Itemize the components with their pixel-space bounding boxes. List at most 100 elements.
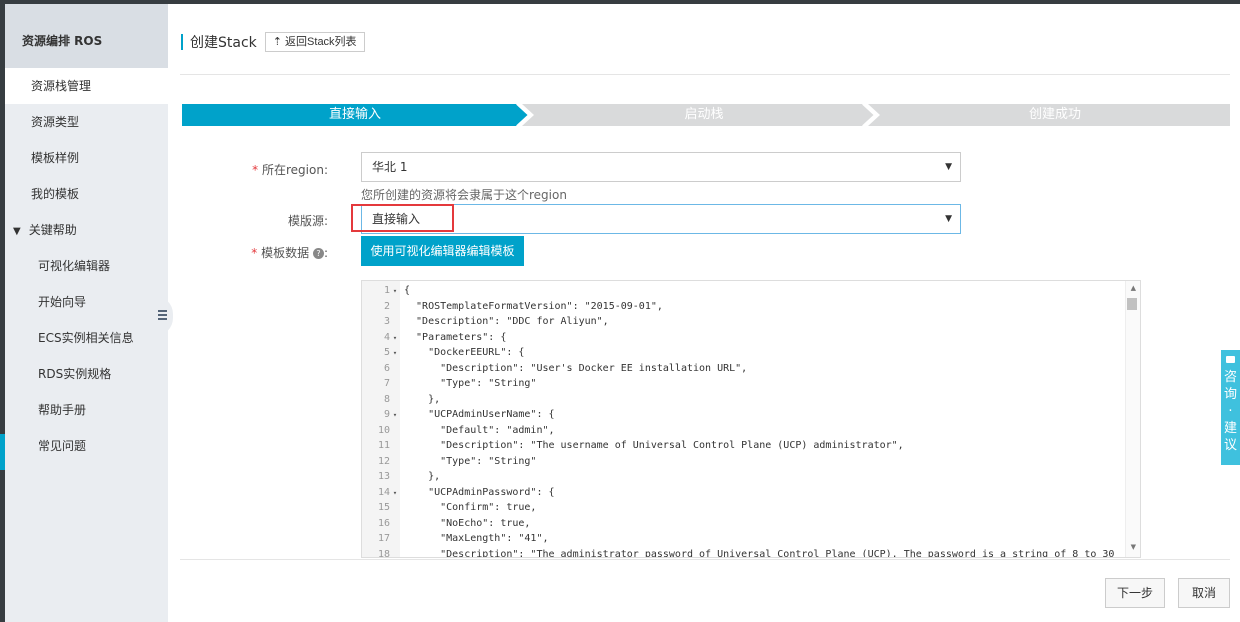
visual-editor-button[interactable]: 使用可视化编辑器编辑模板 [361,236,524,266]
code-text: "Description": "User's Docker EE install… [404,362,748,374]
code-text: "UCPAdminPassword": { [404,486,555,498]
scroll-down-icon[interactable]: ▼ [1131,543,1136,551]
line-number: 16 [377,517,390,529]
line-number: 3 [383,316,390,327]
sidebar: 资源编排 ROS 资源栈管理 资源类型 模板样例 我的模板 ▼ 关键帮助 可视化编… [5,4,168,622]
region-label-text: 所在region: [262,163,328,177]
sidebar-item-getting-started[interactable]: 开始向导 [5,284,168,320]
line-number: 14 [377,486,390,498]
code-text: }, [404,393,441,405]
code-text: "ROSTemplateFormatVersion": "2015-09-01"… [404,300,663,312]
main-content: 创建Stack ⇡ 返回Stack列表 直接输入 启动栈 创建成功 * 所在re… [168,4,1240,622]
code-line: 13 }, [362,469,1122,485]
code-line: 9 ▾ "UCPAdminUserName": { [362,407,1122,423]
region-select[interactable]: 华北 1 ▼ [361,152,961,182]
code-line: 10 "Default": "admin", [362,423,1122,439]
code-text: "Description": "DDC for Aliyun", [404,316,609,327]
dropdown-caret-icon: ▼ [945,162,952,172]
region-hint: 您所创建的资源将会隶属于这个region [361,188,567,202]
code-line: 3 "Description": "DDC for Aliyun", [362,314,1122,330]
line-number: 8 [383,393,390,405]
code-text: "Description": "The administrator passwo… [404,548,1115,558]
fold-icon[interactable]: ▾ [390,486,400,502]
page-title: 创建Stack [190,35,257,51]
fold-icon[interactable]: ▾ [390,331,400,347]
line-number: 5 [383,347,390,358]
sidebar-title: 资源编排 ROS [5,4,168,68]
line-number: 17 [377,533,390,544]
sidebar-item-template-samples[interactable]: 模板样例 [5,140,168,176]
help-question-icon[interactable]: ? [312,248,324,259]
required-mark: * [252,163,259,177]
sidebar-item-faq[interactable]: 常见问题 [5,428,168,464]
sidebar-item-ecs-info[interactable]: ECS实例相关信息 [5,320,168,356]
line-number: 6 [383,362,390,374]
code-text: "Description": "The username of Universa… [404,440,904,451]
template-code-editor[interactable]: 1 ▾{ 2 "ROSTemplateFormatVersion": "2015-… [361,280,1141,558]
template-source-label: 模版源: [287,214,328,228]
consult-label: 咨询·建议 [1224,370,1238,453]
code-line: 1 ▾ { [362,283,1122,299]
line-number: 12 [377,455,390,467]
upload-icon: ⇡ [272,36,282,48]
dropdown-caret-icon: ▼ [945,214,952,224]
scrollbar-thumb[interactable] [1127,298,1137,310]
code-text: "UCPAdminUserName": { [404,409,555,420]
line-number: 4 [383,331,390,343]
code-line: 12 "Type": "String" [362,454,1122,470]
cancel-button[interactable]: 取消 [1178,578,1230,608]
sidebar-item-rds-specs[interactable]: RDS实例规格 [5,356,168,392]
sidebar-item-visual-editor[interactable]: 可视化编辑器 [5,248,168,284]
code-text: "NoEcho": true, [404,517,531,529]
sidebar-item-my-templates[interactable]: 我的模板 [5,176,168,212]
line-number: 18 [377,548,390,558]
code-line: 7 "Type": "String" [362,376,1122,392]
line-number: 7 [383,378,390,389]
sidebar-group-key-help[interactable]: ▼ 关键帮助 [5,212,168,248]
code-line: 14 ▾ "UCPAdminPassword": { [362,485,1122,501]
next-step-button[interactable]: 下一步 [1105,578,1165,608]
back-to-stack-list-button[interactable]: ⇡ 返回Stack列表 [264,32,365,52]
scroll-up-icon[interactable]: ▲ [1131,284,1136,292]
code-line: 11 "Description": "The username of Unive… [362,438,1122,454]
code-line: 16 "NoEcho": true, [362,516,1122,532]
sidebar-item-resource-types[interactable]: 资源类型 [5,104,168,140]
line-number: 13 [377,471,390,482]
title-accent-bar [181,34,183,50]
line-number: 10 [377,424,390,436]
code-text: "DockerEEURL": { [404,347,525,358]
code-text: "Type": "String" [404,455,537,467]
chat-icon [1226,356,1235,363]
code-text: "Type": "String" [404,378,537,389]
header-divider [180,74,1230,75]
code-line: 17 "MaxLength": "41", [362,531,1122,547]
code-text: }, [404,471,441,482]
sidebar-item-stack-management[interactable]: 资源栈管理 [5,68,168,104]
region-label: * 所在region: [228,161,328,178]
code-text: "Default": "admin", [404,424,555,436]
code-text: "Parameters": { [404,331,507,343]
template-data-label-text: 模板数据 [261,246,310,260]
step-progress: 直接输入 启动栈 创建成功 [182,104,1230,126]
sidebar-item-help-manual[interactable]: 帮助手册 [5,392,168,428]
code-line: 2 "ROSTemplateFormatVersion": "2015-09-0… [362,299,1122,315]
editor-scrollbar[interactable]: ▲ ▼ [1125,281,1140,557]
fold-icon[interactable]: ▾ [390,408,400,424]
fold-icon[interactable]: ▾ [390,346,400,362]
collapse-menu-icon [158,310,167,321]
footer-divider [180,559,1230,560]
line-number: 1 [383,285,390,296]
code-text: "Confirm": true, [404,502,537,513]
code-line: 4 ▾ "Parameters": { [362,330,1122,346]
code-line: 8 }, [362,392,1122,408]
template-data-colon: : [323,246,328,260]
step-1-label: 直接输入 [328,107,381,122]
line-number: 15 [377,502,390,513]
code-line: 5 ▾ "DockerEEURL": { [362,345,1122,361]
region-select-value: 华北 1 [372,160,408,174]
consult-feedback-widget[interactable]: 咨询·建议 [1221,350,1240,465]
fold-icon[interactable]: ▾ [390,284,400,300]
code-line: 18 "Description": "The administrator pas… [362,547,1122,558]
code-text: { [404,285,411,296]
code-line: 6 "Description": "User's Docker EE insta… [362,361,1122,377]
